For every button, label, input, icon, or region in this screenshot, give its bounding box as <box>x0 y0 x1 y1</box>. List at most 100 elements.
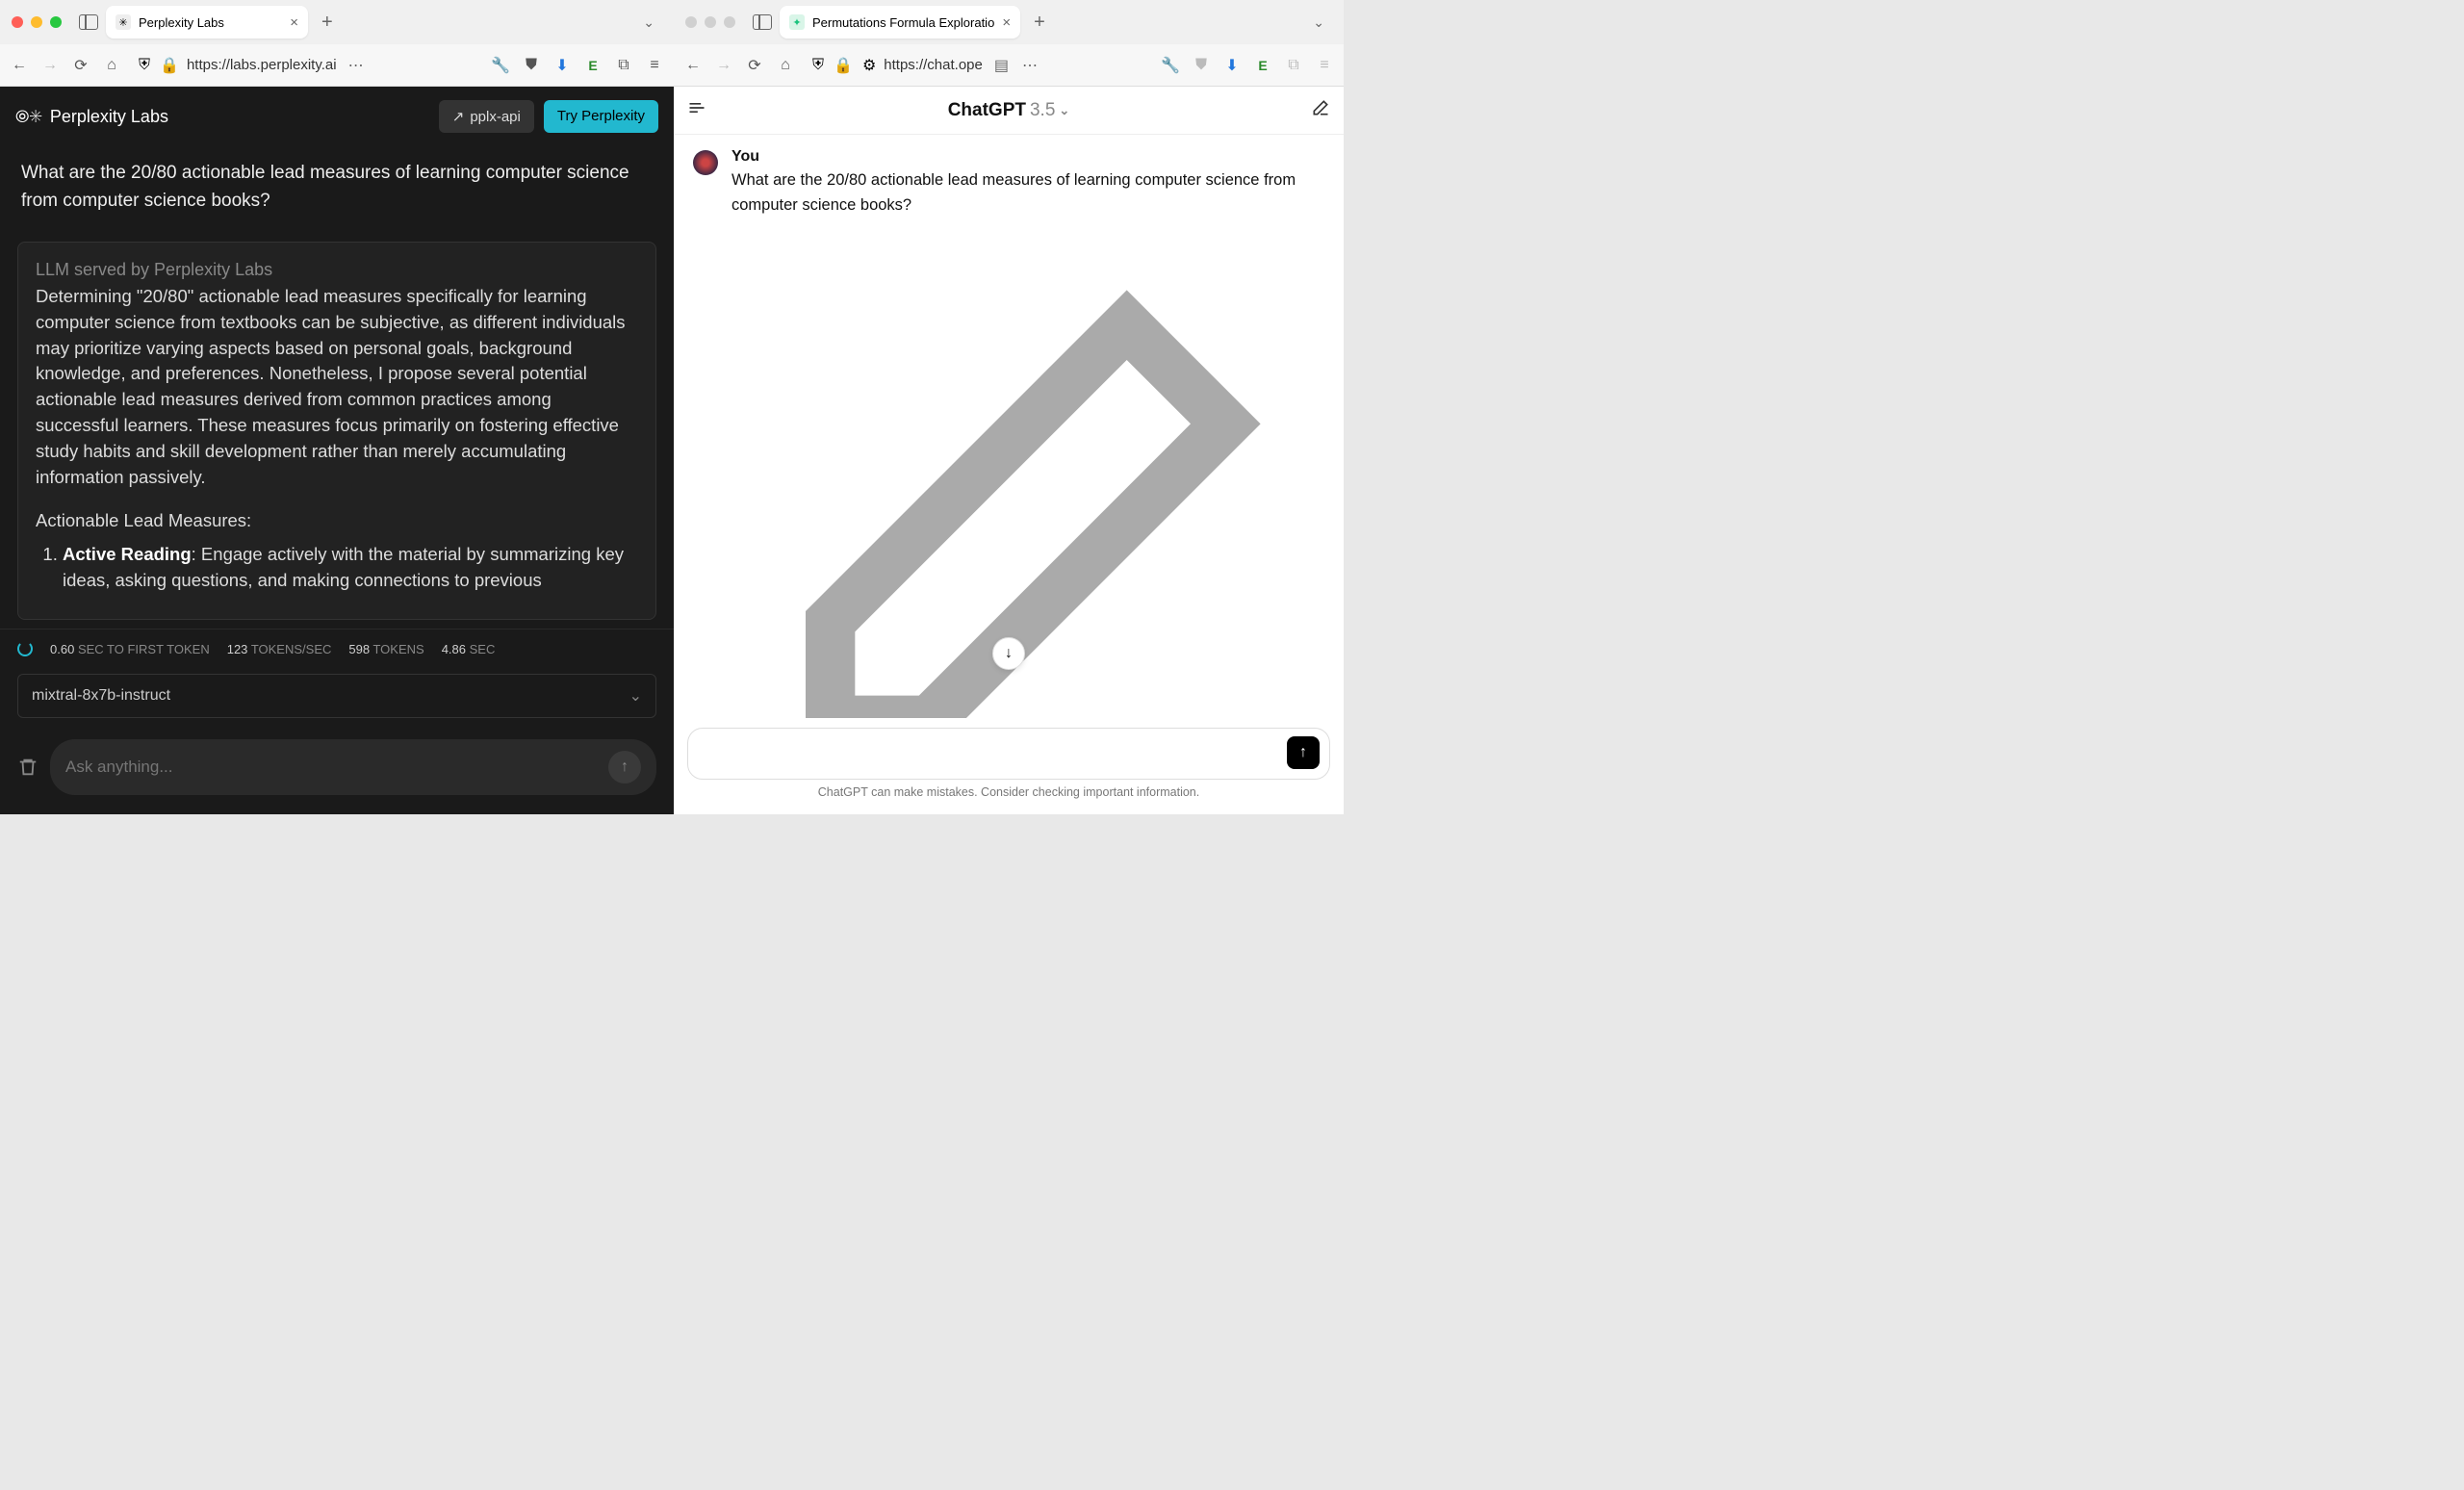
tps-value: 123 <box>227 642 248 656</box>
back-button[interactable]: ← <box>683 56 703 75</box>
forward-button[interactable]: → <box>714 56 733 75</box>
reader-mode-icon[interactable]: ▤ <box>994 56 1009 75</box>
tokens-label: TOKENS <box>372 642 424 656</box>
pocket-icon[interactable]: ⛊ <box>522 56 541 75</box>
new-chat-button[interactable] <box>1311 98 1330 122</box>
sidebar-toggle-icon[interactable] <box>79 14 98 30</box>
prompt-input[interactable] <box>704 744 1279 761</box>
chatgpt-composer: ↑ ChatGPT can make mistakes. Consider ch… <box>674 718 1344 814</box>
prompt-input[interactable] <box>65 758 601 777</box>
title-model: 3.5 <box>1030 100 1055 121</box>
shield-icon[interactable]: ⛨ <box>139 57 150 74</box>
tab-title: Permutations Formula Exploratio <box>812 15 994 30</box>
prompt-input-container: ↑ <box>687 728 1330 780</box>
maximize-window-button[interactable] <box>50 16 62 28</box>
home-button[interactable]: ⌂ <box>776 56 795 75</box>
chatgpt-conversation: You What are the 20/80 actionable lead m… <box>674 135 1344 718</box>
model-selector[interactable]: ChatGPT 3.5 ⌄ <box>706 100 1311 121</box>
perplexity-glyph-icon: ⦾✳ <box>15 107 42 127</box>
tab-close-button[interactable]: × <box>290 14 298 31</box>
wrench-icon[interactable]: 🔧 <box>491 56 510 75</box>
model-selector[interactable]: mixtral-8x7b-instruct ⌄ <box>17 674 656 718</box>
user-avatar <box>693 150 718 175</box>
wrench-icon[interactable]: 🔧 <box>1161 56 1180 75</box>
url-text: https://chat.ope <box>884 57 983 73</box>
duration-value: 4.86 <box>442 642 466 656</box>
forward-button[interactable]: → <box>40 56 60 75</box>
browser-tab[interactable]: ✳ Perplexity Labs × <box>106 6 308 39</box>
minimize-window-button[interactable] <box>705 16 716 28</box>
model-name: mixtral-8x7b-instruct <box>32 687 170 705</box>
measure-title: Active Reading <box>63 544 192 564</box>
ttft-label: SEC TO FIRST TOKEN <box>78 642 210 656</box>
extensions-icon[interactable]: ⧉ <box>614 56 633 75</box>
extensions-icon[interactable]: ⧉ <box>1284 56 1303 75</box>
close-window-button[interactable] <box>12 16 23 28</box>
chatgpt-app: ChatGPT 3.5 ⌄ You What are the 20/80 act… <box>674 87 1344 814</box>
perplexity-footer: 0.60 SEC TO FIRST TOKEN 123 TOKENS/SEC 5… <box>0 629 674 814</box>
download-icon[interactable]: ⬇ <box>1222 56 1242 75</box>
clear-button[interactable] <box>17 757 38 778</box>
download-icon[interactable]: ⬇ <box>552 56 572 75</box>
toolbar-right: ← → ⟳ ⌂ ⛨ 🔒 ⚙ https://chat.ope ▤ ⋯ 🔧 ⛊ ⬇… <box>674 44 1344 87</box>
user-label: You <box>732 148 1324 166</box>
chatgpt-header: ChatGPT 3.5 ⌄ <box>674 87 1344 135</box>
user-text: What are the 20/80 actionable lead measu… <box>732 167 1324 218</box>
more-url-icon[interactable]: ⋯ <box>1022 56 1038 75</box>
lock-icon: 🔒 <box>160 56 179 75</box>
chevron-down-icon: ⌄ <box>629 686 642 706</box>
shield-icon[interactable]: ⛨ <box>812 57 824 74</box>
url-text: https://labs.perplexity.ai <box>187 57 337 73</box>
permissions-icon[interactable]: ⚙ <box>862 56 876 75</box>
traffic-lights <box>12 16 62 28</box>
chevron-down-icon: ⌄ <box>1059 103 1069 118</box>
menu-icon[interactable]: ≡ <box>645 56 664 75</box>
sidebar-toggle-icon[interactable] <box>753 14 772 30</box>
tab-close-button[interactable]: × <box>1002 14 1011 31</box>
more-url-icon[interactable]: ⋯ <box>348 56 364 75</box>
new-tab-button[interactable]: + <box>316 12 339 34</box>
home-button[interactable]: ⌂ <box>102 56 121 75</box>
send-button[interactable]: ↑ <box>1287 736 1320 769</box>
measures-list: Active Reading: Engage actively with the… <box>36 541 638 595</box>
llm-response: LLM served by Perplexity Labs Determinin… <box>17 242 656 620</box>
tab-favicon-icon: ✦ <box>789 14 805 30</box>
title-main: ChatGPT <box>948 100 1026 121</box>
tab-dropdown-button[interactable]: ⌄ <box>1305 14 1332 31</box>
list-item: Active Reading: Engage actively with the… <box>63 541 638 595</box>
url-bar[interactable]: ⛨ 🔒 ⚙ https://chat.ope ▤ ⋯ <box>807 50 1149 81</box>
generation-stats: 0.60 SEC TO FIRST TOKEN 123 TOKENS/SEC 5… <box>0 629 674 668</box>
browser-tab[interactable]: ✦ Permutations Formula Exploratio × <box>780 6 1020 39</box>
url-bar[interactable]: ⛨ 🔒 https://labs.perplexity.ai ⋯ <box>133 50 479 81</box>
measures-heading: Actionable Lead Measures: <box>36 510 638 531</box>
tokens-value: 598 <box>348 642 370 656</box>
reload-button[interactable]: ⟳ <box>71 56 90 75</box>
extension-e-icon[interactable]: E <box>1253 56 1272 75</box>
scroll-down-button[interactable]: ↓ <box>992 637 1025 670</box>
perplexity-header: ⦾✳ Perplexity Labs ↗ pplx-api Try Perple… <box>0 87 674 146</box>
user-message: You What are the 20/80 actionable lead m… <box>693 148 1324 718</box>
new-tab-button[interactable]: + <box>1028 12 1051 34</box>
external-link-icon: ↗ <box>452 108 465 125</box>
tps-label: TOKENS/SEC <box>251 642 332 656</box>
try-perplexity-button[interactable]: Try Perplexity <box>544 100 658 133</box>
reload-button[interactable]: ⟳ <box>745 56 764 75</box>
close-window-button[interactable] <box>685 16 697 28</box>
composer: ↑ <box>0 724 674 814</box>
send-button[interactable]: ↑ <box>608 751 641 784</box>
duration-label: SEC <box>470 642 496 656</box>
pocket-icon[interactable]: ⛊ <box>1192 56 1211 75</box>
pplx-api-button[interactable]: ↗ pplx-api <box>439 100 534 133</box>
edit-message-button[interactable] <box>732 226 1324 718</box>
back-button[interactable]: ← <box>10 56 29 75</box>
sidebar-menu-button[interactable] <box>687 98 706 122</box>
titlebar-left: ✳ Perplexity Labs × + ⌄ <box>0 0 674 44</box>
maximize-window-button[interactable] <box>724 16 735 28</box>
menu-icon[interactable]: ≡ <box>1315 56 1334 75</box>
tab-favicon-icon: ✳ <box>116 14 131 30</box>
extension-e-icon[interactable]: E <box>583 56 603 75</box>
spinner-icon <box>17 641 33 656</box>
tab-dropdown-button[interactable]: ⌄ <box>635 14 662 31</box>
minimize-window-button[interactable] <box>31 16 42 28</box>
perplexity-conversation: What are the 20/80 actionable lead measu… <box>0 146 674 629</box>
